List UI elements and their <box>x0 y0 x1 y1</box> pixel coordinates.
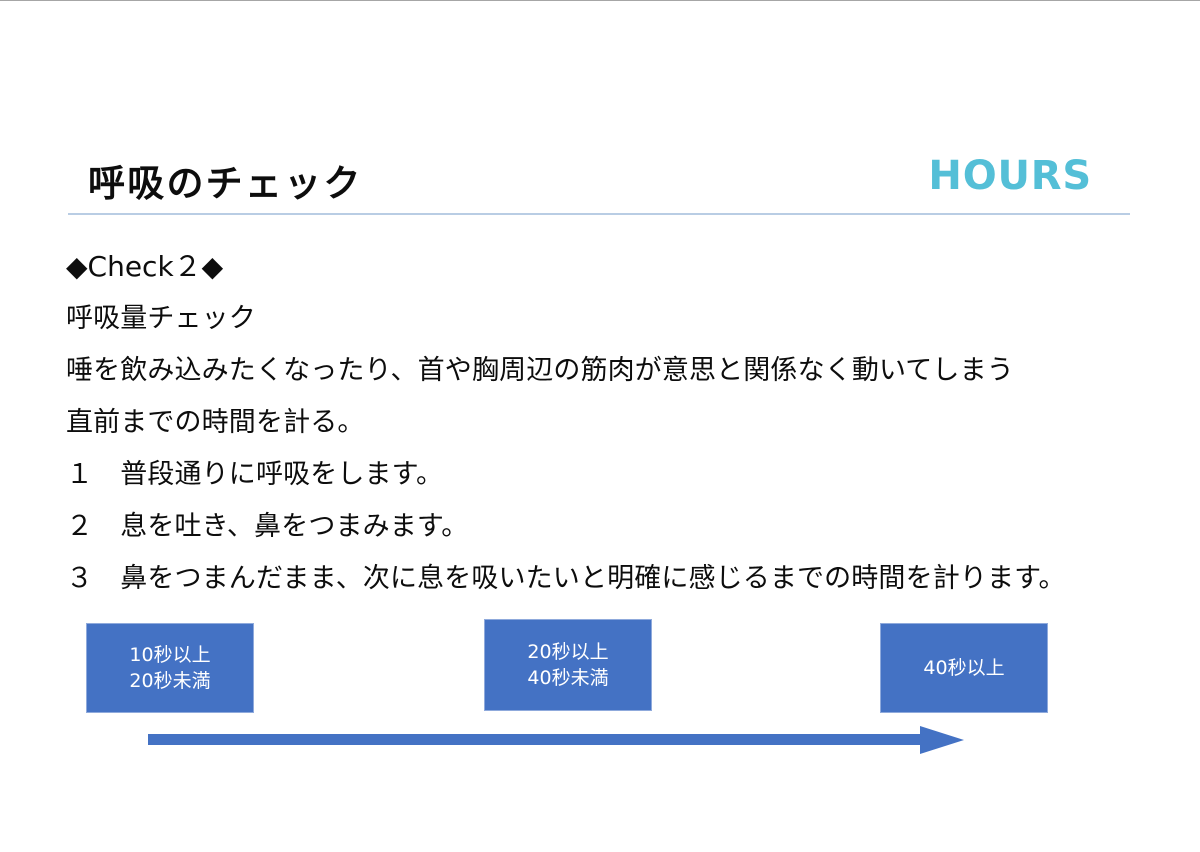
range-box-line-2: 20秒未満 <box>129 670 211 692</box>
body-line-step-1: １ 普段通りに呼吸をします。 <box>66 459 444 490</box>
range-box-line-1: 10秒以上 <box>129 644 211 666</box>
range-box-10-20-seconds: 10秒以上 20秒未満 <box>86 623 254 713</box>
right-arrow-icon <box>148 726 964 754</box>
body-line-step-2: ２ 息を吐き、鼻をつまみます。 <box>66 511 469 542</box>
slide-canvas: 呼吸のチェック HOURS ◆Check２◆ 呼吸量チェック 唾を飲み込みたくな… <box>0 0 1200 852</box>
body-line-step-3: ３ 鼻をつまんだまま、次に息を吸いたいと明確に感じるまでの時間を計ります。 <box>66 563 1066 594</box>
range-box-20-40-seconds: 20秒以上 40秒未満 <box>484 619 652 711</box>
body-line-description-1: 唾を飲み込みたくなったり、首や胸周辺の筋肉が意思と関係なく動いてしまう <box>66 355 1014 386</box>
body-line-description-2: 直前までの時間を計る。 <box>66 407 365 438</box>
range-box-line-2: 40秒未満 <box>527 667 609 689</box>
range-box-line-1: 40秒以上 <box>923 657 1005 679</box>
body-line-check-heading: ◆Check２◆ <box>66 250 224 283</box>
range-box-line-1: 20秒以上 <box>527 641 609 663</box>
brand-logo: HOURS <box>928 153 1092 199</box>
title-divider <box>68 213 1130 215</box>
body-text-block: ◆Check２◆ 呼吸量チェック 唾を飲み込みたくなったり、首や胸周辺の筋肉が意… <box>66 241 1166 605</box>
range-box-40-seconds-plus: 40秒以上 <box>880 623 1048 713</box>
page-title: 呼吸のチェック <box>88 164 363 205</box>
body-line-subtitle: 呼吸量チェック <box>66 303 256 334</box>
